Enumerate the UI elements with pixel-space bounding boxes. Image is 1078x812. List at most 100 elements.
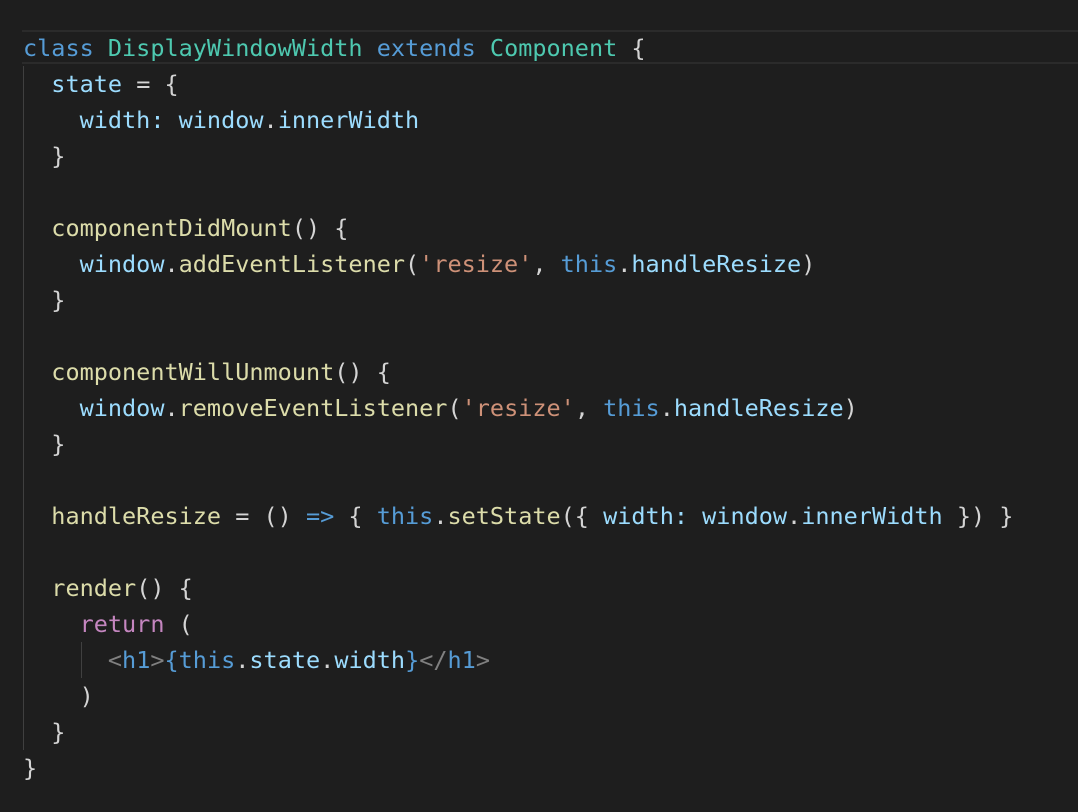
code-line[interactable]: return ( [23,606,1013,642]
code-token: addEventListener [178,250,406,278]
code-token: . [235,646,250,674]
code-line[interactable] [23,462,1013,498]
code-token: Component [489,34,618,62]
code-line[interactable]: } [23,426,1013,462]
code-token: handleResize [23,502,222,530]
code-line[interactable]: window.addEventListener('resize', this.h… [23,246,1013,282]
code-token: } [23,430,66,458]
code-token: : [150,106,179,134]
code-token: => [305,502,335,530]
code-line[interactable]: } [23,750,1013,786]
code-line[interactable]: } [23,714,1013,750]
code-token: class [23,34,108,62]
code-token: width [603,502,674,530]
code-line[interactable]: } [23,138,1013,174]
code-token: ({ [560,502,604,530]
code-token: = { [122,70,179,98]
code-token: . [787,502,802,530]
code-token: this [603,394,660,422]
code-token: } [23,754,38,782]
code-token: } [405,646,420,674]
code-token: . [164,394,179,422]
code-token: removeEventListener [178,394,448,422]
code-token: > [475,646,490,674]
code-line[interactable]: handleResize = () => { this.setState({ w… [23,498,1013,534]
code-token: componentDidMount [23,214,292,242]
code-line[interactable]: window.removeEventListener('resize', thi… [23,390,1013,426]
code-token: 'resize' [419,250,533,278]
code-editor[interactable]: class DisplayWindowWidth extends Compone… [0,0,1078,812]
code-line[interactable] [23,318,1013,354]
code-token: this [376,502,434,530]
code-line[interactable]: state = { [23,66,1013,102]
code-token: h1 [447,646,476,674]
code-token: componentWillUnmount [23,358,335,386]
code-token: 'resize' [461,394,575,422]
code-token: , [532,250,561,278]
code-token: : [673,502,703,530]
code-line[interactable]: ) [23,678,1013,714]
code-token: { [334,502,377,530]
code-token: innerWidth [801,502,943,530]
code-line[interactable]: componentDidMount() { [23,210,1013,246]
code-token: . [320,646,335,674]
code-token: > [150,646,165,674]
code-token: window [23,394,165,422]
code-token: DisplayWindowWidth [107,34,363,62]
code-line[interactable]: width: window.innerWidth [23,102,1013,138]
code-token: . [164,250,179,278]
code-token: . [617,250,632,278]
code-token: return [79,610,165,638]
code-token: } [23,718,66,746]
code-token: ) [843,394,858,422]
code-token: . [263,106,278,134]
code-token: width [23,106,151,134]
code-token: handleResize [631,250,802,278]
code-token: ( [447,394,462,422]
code-token: = () [221,502,306,530]
code-token: this [178,646,236,674]
code-token: () { [291,214,349,242]
code-token: ( [405,250,420,278]
code-line[interactable] [23,174,1013,210]
code-token: . [433,502,448,530]
code-token: width [334,646,406,674]
code-token: innerWidth [277,106,420,134]
code-token: () { [136,574,193,602]
code-token: handleResize [673,394,844,422]
code-line[interactable]: componentWillUnmount() { [23,354,1013,390]
code-token: } [23,142,66,170]
code-token: state [23,70,123,98]
code-token: ( [164,610,193,638]
code-token: { [617,34,646,62]
code-token: ) [23,682,94,710]
code-token: render [23,574,137,602]
code-token: window [23,250,165,278]
code-token: h1 [122,646,151,674]
code-token: < [107,646,123,674]
code-line[interactable]: } [23,282,1013,318]
code-lines[interactable]: class DisplayWindowWidth extends Compone… [23,30,1013,786]
code-line[interactable]: render() { [23,570,1013,606]
code-token: </ [419,646,448,674]
code-token: { [164,646,179,674]
code-token: this [560,250,618,278]
code-token: . [659,394,674,422]
code-line[interactable]: class DisplayWindowWidth extends Compone… [23,30,1013,66]
code-token: } [23,286,66,314]
code-token: extends [376,34,476,62]
code-token: window [178,106,264,134]
code-line[interactable] [23,534,1013,570]
code-token: state [249,646,321,674]
code-token: , [574,394,604,422]
code-line[interactable]: <h1>{this.state.width}</h1> [23,642,1013,678]
code-token: ) [801,250,816,278]
code-token: () { [334,358,391,386]
code-token: window [702,502,788,530]
code-token: setState [447,502,561,530]
code-token: }) } [942,502,1014,530]
